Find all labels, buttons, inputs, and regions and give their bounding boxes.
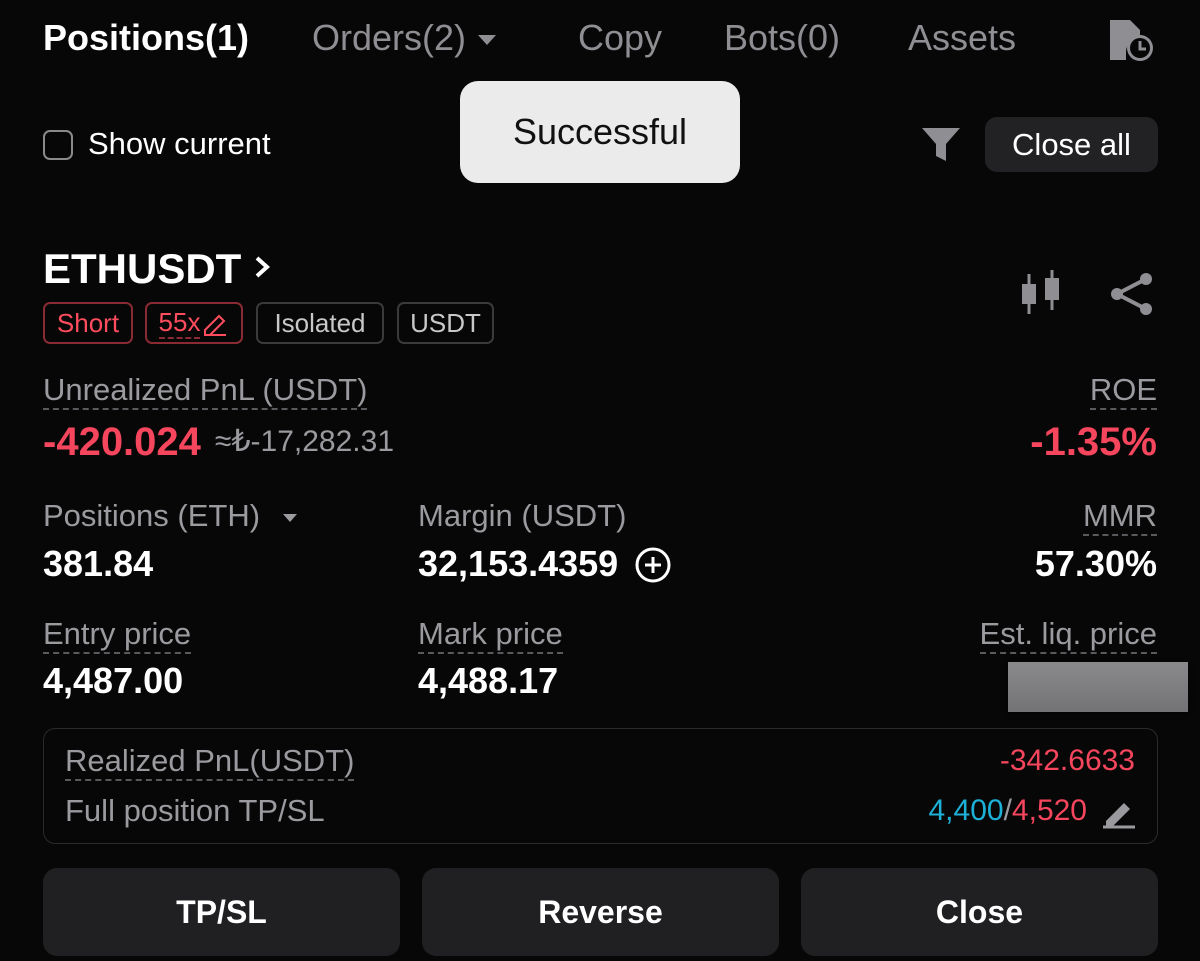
edit-icon <box>204 314 227 336</box>
tab-orders[interactable]: Orders(2) <box>312 17 497 58</box>
tab-positions[interactable]: Positions(1) <box>43 18 249 58</box>
liq-price-label[interactable]: Est. liq. price <box>979 616 1157 654</box>
tpsl-values: 4,400/4,520 <box>929 793 1088 829</box>
tab-copy[interactable]: Copy <box>578 18 662 58</box>
unrealized-pnl-value: -420.024 <box>43 420 201 464</box>
realized-pnl-label[interactable]: Realized PnL(USDT) <box>65 743 355 781</box>
tpsl-button[interactable]: TP/SL <box>43 868 400 956</box>
position-symbol[interactable]: ETHUSDT <box>43 245 241 293</box>
roe-value: -1.35% <box>1030 420 1157 464</box>
chevron-down-icon <box>282 513 297 522</box>
close-position-button[interactable]: Close <box>801 868 1158 956</box>
show-current-label[interactable]: Show current <box>88 126 271 162</box>
position-size-label[interactable]: Positions (ETH) <box>43 498 297 534</box>
position-detail-card: Realized PnL(USDT) -342.6633 Full positi… <box>43 728 1158 844</box>
tab-bots[interactable]: Bots(0) <box>724 18 840 58</box>
edit-tpsl-icon[interactable] <box>1101 795 1137 829</box>
tab-assets[interactable]: Assets <box>908 18 1016 58</box>
entry-price-value: 4,487.00 <box>43 660 184 701</box>
realized-pnl-value: -342.6633 <box>999 744 1135 777</box>
close-all-button[interactable]: Close all <box>985 117 1158 172</box>
success-toast: Successful <box>460 81 740 183</box>
mmr-value: 57.30% <box>1034 543 1157 584</box>
position-size-label-text: Positions (ETH) <box>43 498 261 533</box>
mmr-label[interactable]: MMR <box>1082 498 1157 536</box>
margin-mode-tag: Isolated <box>256 302 384 344</box>
unrealized-pnl-label[interactable]: Unrealized PnL (USDT) <box>43 372 368 410</box>
chevron-down-icon <box>478 35 497 46</box>
margin-label: Margin (USDT) <box>418 498 627 533</box>
side-tag: Short <box>43 302 133 344</box>
chevron-right-icon[interactable] <box>252 253 272 286</box>
take-profit-value: 4,400 <box>928 794 1004 827</box>
candlestick-chart-icon[interactable] <box>1018 270 1064 318</box>
redacted-liq-price <box>1008 662 1188 712</box>
margin-value: 32,153.4359 <box>418 543 619 584</box>
share-icon[interactable] <box>1108 272 1154 316</box>
position-size-value: 381.84 <box>43 543 154 584</box>
leverage-tag[interactable]: 55x <box>145 302 243 344</box>
unrealized-pnl-converted: ≈₺-17,282.31 <box>215 425 395 458</box>
mark-price-value: 4,488.17 <box>418 660 559 701</box>
leverage-value: 55x <box>158 307 201 339</box>
tab-orders-label: Orders(2) <box>312 17 467 58</box>
roe-label[interactable]: ROE <box>1089 372 1157 410</box>
tpsl-label: Full position TP/SL <box>65 793 325 828</box>
reverse-button[interactable]: Reverse <box>422 868 779 956</box>
settle-currency-tag: USDT <box>397 302 494 344</box>
mark-price-label[interactable]: Mark price <box>418 616 563 654</box>
history-icon[interactable] <box>1106 14 1156 64</box>
tpsl-separator: / <box>1003 794 1012 827</box>
show-current-checkbox[interactable] <box>43 130 73 160</box>
add-margin-icon[interactable] <box>634 546 672 584</box>
filter-icon[interactable] <box>920 125 962 165</box>
entry-price-label[interactable]: Entry price <box>43 616 192 654</box>
stop-loss-value: 4,520 <box>1011 794 1087 827</box>
